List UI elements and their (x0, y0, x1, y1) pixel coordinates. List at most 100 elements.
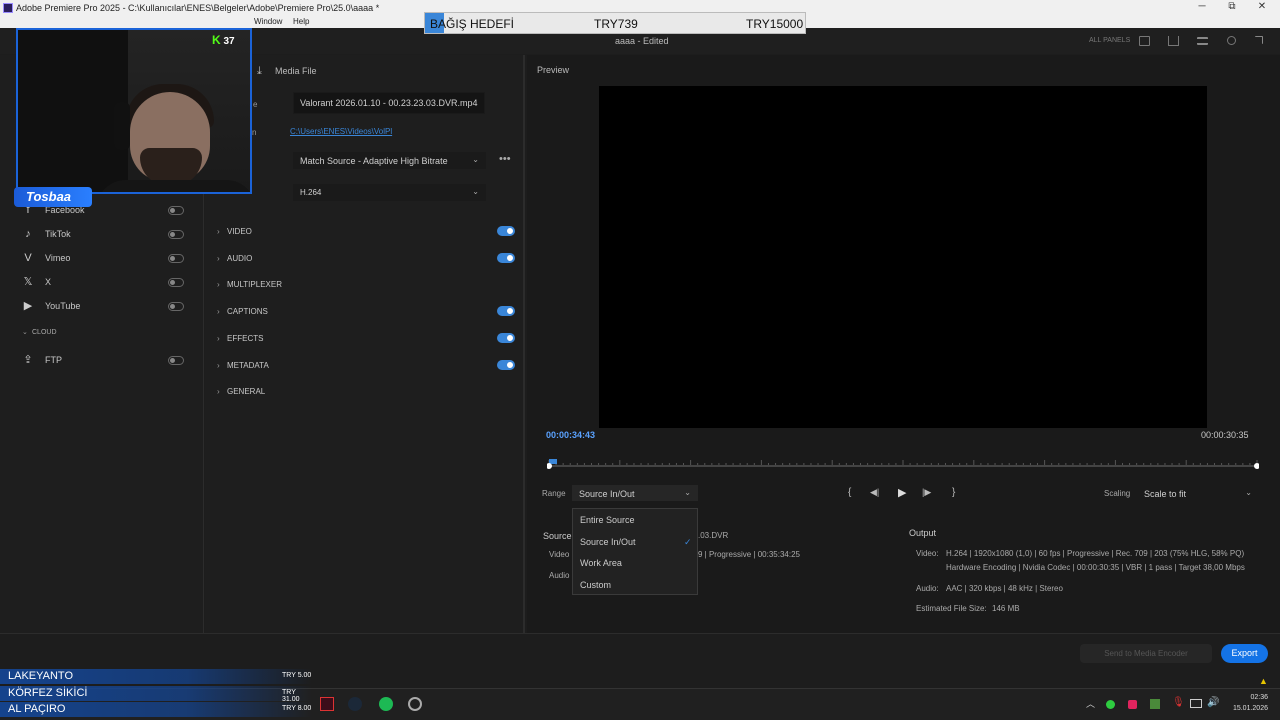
source-filename: .03.DVR (698, 531, 729, 540)
destination-ftp[interactable]: ⇪ FTP (22, 353, 192, 369)
chevron-right-icon: › (217, 307, 220, 317)
file-name-label: e (253, 100, 258, 109)
toggle-tiktok[interactable] (168, 230, 184, 239)
webcam-body (96, 180, 250, 192)
preset-dropdown[interactable]: Match Source - Adaptive High Bitrate ⌄ (293, 152, 486, 169)
preview-scrubber[interactable] (547, 458, 1259, 470)
donor-name: LAKEYANTO (8, 670, 74, 682)
toggle-effects[interactable] (497, 332, 515, 343)
section-video[interactable]: › VIDEO (217, 227, 252, 236)
spotify-icon[interactable] (379, 697, 393, 711)
scaling-label: Scaling (1104, 489, 1131, 498)
fullscreen-icon[interactable] (1255, 36, 1263, 44)
toggle-x[interactable] (168, 278, 184, 287)
mark-out-button[interactable]: } (952, 487, 955, 498)
range-option-source-in-out[interactable]: Source In/Out (580, 537, 636, 547)
share-icon[interactable] (1168, 36, 1179, 46)
checkmark-icon: ✓ (684, 536, 692, 547)
toggle-captions[interactable] (497, 306, 515, 317)
app-tray-icon[interactable] (1150, 699, 1160, 709)
format-dropdown[interactable]: H.264 ⌄ (293, 184, 486, 201)
menu-help[interactable]: Help (293, 17, 309, 26)
chevron-right-icon: › (217, 227, 220, 236)
minimize-button[interactable]: ─ (1192, 1, 1212, 12)
file-size-value: 146 MB (992, 604, 1020, 613)
clock-date[interactable]: 15.01.2026 (1226, 705, 1268, 712)
donor-amount: TRY 5.00 (282, 672, 312, 679)
step-back-button[interactable]: ◀| (870, 487, 879, 498)
toggle-metadata[interactable] (497, 359, 515, 370)
project-title: aaaa - Edited (615, 36, 669, 46)
donor-amount: TRY 31.00 (282, 688, 300, 703)
kick-logo-icon: K (212, 33, 221, 47)
send-to-media-encoder-button[interactable]: Send to Media Encoder (1080, 644, 1212, 663)
section-metadata[interactable]: › METADATA (217, 361, 269, 370)
video-preview (599, 86, 1207, 428)
cloud-section-header[interactable]: ⌄ CLOUD (22, 328, 57, 336)
file-name-input[interactable]: Valorant 2026.01.10 - 00.23.23.03.DVR.mp… (293, 92, 485, 114)
destination-label: TikTok (45, 229, 71, 239)
destination-vimeo[interactable]: V Vimeo (22, 251, 192, 267)
close-button[interactable]: ✕ (1252, 1, 1272, 12)
range-dropdown[interactable]: Source In/Out ⌄ (572, 485, 698, 501)
range-label: Range (542, 489, 566, 498)
section-label: CAPTIONS (227, 307, 268, 317)
network-icon[interactable] (1190, 699, 1202, 708)
range-option-custom[interactable]: Custom (580, 580, 611, 590)
step-forward-button[interactable]: |▶ (922, 487, 931, 498)
status-green-icon[interactable] (1106, 700, 1115, 709)
section-captions[interactable]: › CAPTIONS (217, 307, 268, 316)
section-general[interactable]: › GENERAL (217, 387, 265, 396)
warning-icon[interactable]: ▲ (1259, 676, 1268, 686)
clock-time[interactable]: 02:36 (1234, 694, 1268, 701)
microphone-icon[interactable]: 🎙 (1172, 697, 1185, 708)
export-button[interactable]: Export (1221, 644, 1268, 663)
source-heading: Source (543, 531, 572, 541)
tray-chevron-icon[interactable]: ︿ (1086, 697, 1095, 710)
obs-icon[interactable] (408, 697, 422, 711)
timecode-current[interactable]: 00:00:34:43 (546, 430, 595, 440)
menu-window[interactable]: Window (254, 17, 282, 26)
destination-label: YouTube (45, 301, 81, 311)
volume-icon[interactable]: 🔊 (1207, 697, 1219, 708)
toggle-facebook[interactable] (168, 206, 184, 215)
output-video-label: Video: (916, 549, 939, 558)
mark-in-button[interactable]: { (848, 487, 851, 498)
section-effects[interactable]: › EFFECTS (217, 334, 263, 343)
destination-youtube[interactable]: ▶ YouTube (22, 299, 192, 315)
chevron-down-icon: ⌄ (472, 155, 479, 164)
premiere-taskbar-icon[interactable] (320, 697, 334, 711)
source-audio-label: Audio (549, 571, 570, 580)
section-multiplexer[interactable]: › MULTIPLEXER (217, 280, 282, 289)
steam-icon[interactable] (348, 697, 362, 711)
out-point-handle (1254, 463, 1259, 469)
donation-goal-bar: BAĞIŞ HEDEFİ TRY739 TRY15000 (424, 12, 806, 34)
section-audio[interactable]: › AUDIO (217, 254, 252, 263)
range-option-entire-source[interactable]: Entire Source (580, 515, 635, 525)
destination-tiktok[interactable]: ♪ TikTok (22, 227, 192, 243)
donation-current: TRY739 (594, 17, 638, 31)
scaling-dropdown[interactable]: Scale to fit ⌄ (1137, 485, 1259, 501)
toggle-vimeo[interactable] (168, 254, 184, 263)
donor-row: KÖRFEZ SİKİCİ TRY 31.00 (0, 685, 312, 703)
menu-icon[interactable] (1197, 37, 1208, 45)
all-panels-label[interactable]: ALL PANELS (1089, 37, 1130, 44)
toggle-ftp[interactable] (168, 356, 184, 365)
search-icon[interactable] (1227, 36, 1236, 45)
play-button[interactable]: ▶ (898, 486, 906, 499)
section-label: GENERAL (227, 387, 266, 397)
vimeo-icon: V (24, 252, 32, 264)
output-video-line2: Hardware Encoding | Nvidia Codec | 00:00… (946, 563, 1245, 572)
range-option-work-area[interactable]: Work Area (580, 558, 622, 568)
location-link[interactable]: C:\Users\ENES\Videos\VolPl (290, 127, 392, 136)
destination-x[interactable]: 𝕏X (22, 275, 192, 291)
record-icon[interactable] (1128, 700, 1137, 709)
toggle-audio[interactable] (497, 252, 515, 263)
toggle-youtube[interactable] (168, 302, 184, 311)
restore-button[interactable]: ⧉ (1222, 1, 1242, 12)
more-options-icon[interactable]: ••• (499, 153, 511, 165)
viewer-count: 37 (223, 36, 235, 47)
panel-icon[interactable] (1139, 36, 1150, 46)
toggle-video[interactable] (497, 226, 515, 236)
youtube-icon: ▶ (23, 300, 33, 312)
